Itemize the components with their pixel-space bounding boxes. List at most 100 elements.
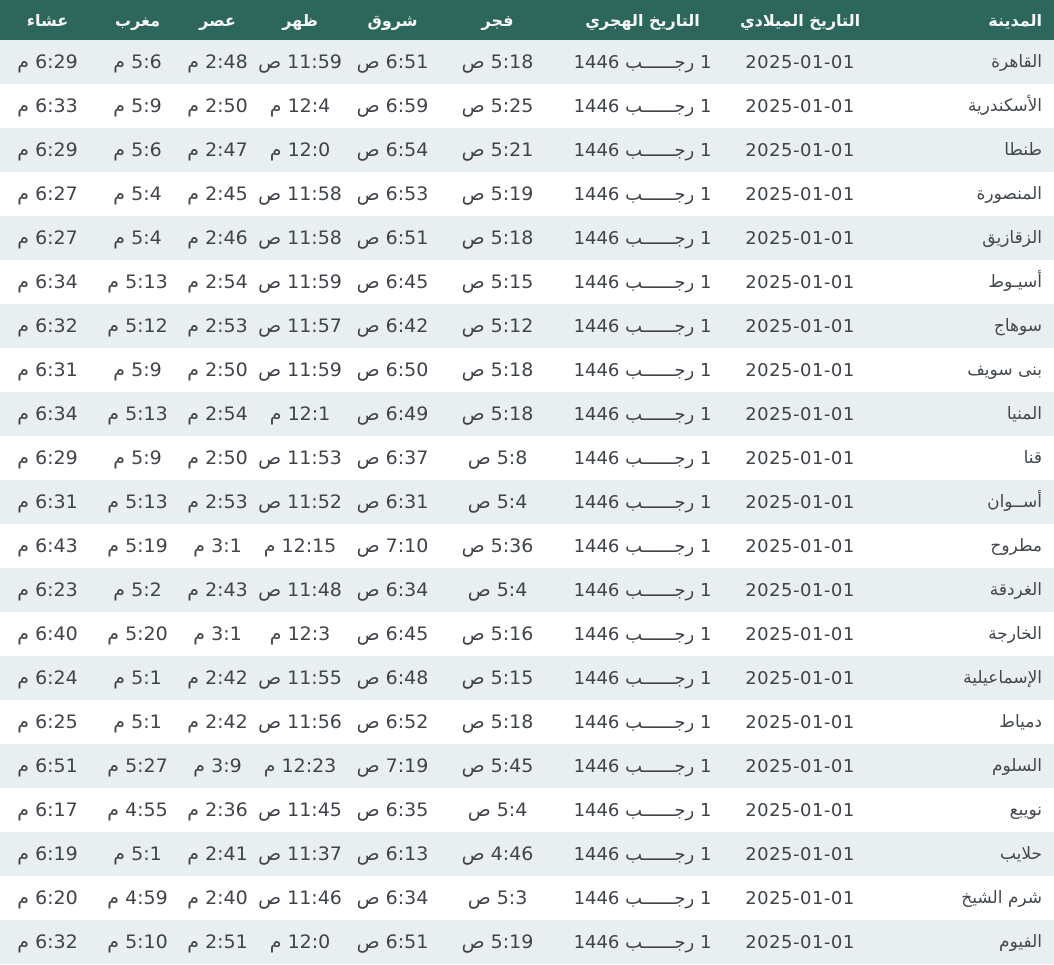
cell-dhuhr: 11:45 ص — [255, 788, 345, 832]
cell-city: الفيوم — [870, 920, 1054, 964]
cell-hijri_date: 1 رجــــــب 1446 — [555, 216, 730, 260]
cell-isha: 6:29 م — [0, 436, 95, 480]
cell-gregorian_date: 2025-01-01 — [730, 348, 870, 392]
cell-sunrise: 6:48 ص — [345, 656, 440, 700]
cell-isha: 6:25 م — [0, 700, 95, 744]
cell-maghrib: 5:27 م — [95, 744, 180, 788]
cell-sunrise: 6:34 ص — [345, 568, 440, 612]
cell-isha: 6:17 م — [0, 788, 95, 832]
header-fajr: فجر — [440, 0, 555, 40]
table-row: القاهرة 2025-01-01 1 رجــــــب 1446 5:18 ص6… — [0, 40, 1054, 84]
cell-dhuhr: 12:3 م — [255, 612, 345, 656]
cell-fajr: 5:18 ص — [440, 700, 555, 744]
cell-city: بنى سويف — [870, 348, 1054, 392]
cell-hijri_date: 1 رجــــــب 1446 — [555, 876, 730, 920]
cell-sunrise: 6:51 ص — [345, 920, 440, 964]
cell-maghrib: 5:6 م — [95, 128, 180, 172]
cell-isha: 6:32 م — [0, 304, 95, 348]
cell-dhuhr: 12:15 م — [255, 524, 345, 568]
cell-city: المنيا — [870, 392, 1054, 436]
table-row: نويبع 2025-01-01 1 رجــــــب 1446 5:4 ص 6:35… — [0, 788, 1054, 832]
cell-fajr: 5:36 ص — [440, 524, 555, 568]
cell-sunrise: 6:45 ص — [345, 612, 440, 656]
cell-maghrib: 5:1 م — [95, 656, 180, 700]
cell-isha: 6:43 م — [0, 524, 95, 568]
cell-sunrise: 6:52 ص — [345, 700, 440, 744]
cell-dhuhr: 11:37 ص — [255, 832, 345, 876]
cell-maghrib: 5:13 م — [95, 392, 180, 436]
table-row: المنصورة 2025-01-01 1 رجــــــب 1446 5:19 ص… — [0, 172, 1054, 216]
cell-hijri_date: 1 رجــــــب 1446 — [555, 40, 730, 84]
cell-fajr: 5:15 ص — [440, 656, 555, 700]
cell-dhuhr: 11:48 ص — [255, 568, 345, 612]
table-row: أسيـوط 2025-01-01 1 رجــــــب 1446 5:15 ص 6:… — [0, 260, 1054, 304]
cell-fajr: 5:25 ص — [440, 84, 555, 128]
table-body: القاهرة 2025-01-01 1 رجــــــب 1446 5:18 ص6… — [0, 40, 1054, 964]
cell-isha: 6:33 م — [0, 84, 95, 128]
cell-fajr: 5:18 ص — [440, 348, 555, 392]
cell-sunrise: 6:51 ص — [345, 40, 440, 84]
cell-dhuhr: 12:1 م — [255, 392, 345, 436]
cell-sunrise: 6:13 ص — [345, 832, 440, 876]
cell-dhuhr: 11:53 ص — [255, 436, 345, 480]
cell-gregorian_date: 2025-01-01 — [730, 744, 870, 788]
table-row: سوهاج 2025-01-01 1 رجــــــب 1446 5:12 ص 6:4… — [0, 304, 1054, 348]
cell-asr: 2:41 م — [180, 832, 255, 876]
cell-gregorian_date: 2025-01-01 — [730, 876, 870, 920]
cell-dhuhr: 11:56 ص — [255, 700, 345, 744]
cell-hijri_date: 1 رجــــــب 1446 — [555, 260, 730, 304]
cell-dhuhr: 12:4 م — [255, 84, 345, 128]
cell-hijri_date: 1 رجــــــب 1446 — [555, 920, 730, 964]
cell-fajr: 5:16 ص — [440, 612, 555, 656]
cell-fajr: 5:4 ص — [440, 480, 555, 524]
cell-gregorian_date: 2025-01-01 — [730, 260, 870, 304]
cell-isha: 6:23 م — [0, 568, 95, 612]
cell-sunrise: 6:42 ص — [345, 304, 440, 348]
cell-gregorian_date: 2025-01-01 — [730, 128, 870, 172]
cell-sunrise: 6:34 ص — [345, 876, 440, 920]
cell-city: سوهاج — [870, 304, 1054, 348]
table-row: قنا 2025-01-01 1 رجــــــب 1446 5:8 ص 6:37 ص… — [0, 436, 1054, 480]
cell-asr: 3:9 م — [180, 744, 255, 788]
cell-hijri_date: 1 رجــــــب 1446 — [555, 700, 730, 744]
cell-dhuhr: 11:52 ص — [255, 480, 345, 524]
table-row: الإسماعيلية 2025-01-01 1 رجــــــب 1446 5:1… — [0, 656, 1054, 700]
cell-isha: 6:29 م — [0, 40, 95, 84]
cell-city: الأسكندرية — [870, 84, 1054, 128]
cell-sunrise: 7:19 ص — [345, 744, 440, 788]
prayer-times-page: المدينة التاريخ الميلادي التاريخ الهجري … — [0, 0, 1054, 965]
header-gregorian-date: التاريخ الميلادي — [730, 0, 870, 40]
cell-isha: 6:27 م — [0, 216, 95, 260]
cell-city: الغردقة — [870, 568, 1054, 612]
cell-asr: 2:42 م — [180, 656, 255, 700]
cell-hijri_date: 1 رجــــــب 1446 — [555, 436, 730, 480]
cell-sunrise: 6:53 ص — [345, 172, 440, 216]
cell-fajr: 5:45 ص — [440, 744, 555, 788]
cell-gregorian_date: 2025-01-01 — [730, 788, 870, 832]
cell-isha: 6:40 م — [0, 612, 95, 656]
cell-maghrib: 4:55 م — [95, 788, 180, 832]
cell-isha: 6:34 م — [0, 392, 95, 436]
cell-maghrib: 5:10 م — [95, 920, 180, 964]
cell-maghrib: 5:20 م — [95, 612, 180, 656]
cell-asr: 2:54 م — [180, 260, 255, 304]
cell-fajr: 5:18 ص — [440, 40, 555, 84]
cell-dhuhr: 12:0 م — [255, 128, 345, 172]
cell-fajr: 5:21 ص — [440, 128, 555, 172]
cell-gregorian_date: 2025-01-01 — [730, 216, 870, 260]
cell-city: مطروح — [870, 524, 1054, 568]
cell-hijri_date: 1 رجــــــب 1446 — [555, 392, 730, 436]
cell-maghrib: 4:59 م — [95, 876, 180, 920]
cell-asr: 2:46 م — [180, 216, 255, 260]
cell-city: الزقازيق — [870, 216, 1054, 260]
cell-hijri_date: 1 رجــــــب 1446 — [555, 656, 730, 700]
cell-fajr: 5:19 ص — [440, 920, 555, 964]
cell-city: طنطا — [870, 128, 1054, 172]
cell-maghrib: 5:9 م — [95, 348, 180, 392]
table-row: الأسكندرية 2025-01-01 1 رجــــــب 1446 5:25… — [0, 84, 1054, 128]
cell-gregorian_date: 2025-01-01 — [730, 392, 870, 436]
cell-dhuhr: 11:59 ص — [255, 40, 345, 84]
cell-gregorian_date: 2025-01-01 — [730, 832, 870, 876]
cell-isha: 6:29 م — [0, 128, 95, 172]
cell-isha: 6:27 م — [0, 172, 95, 216]
